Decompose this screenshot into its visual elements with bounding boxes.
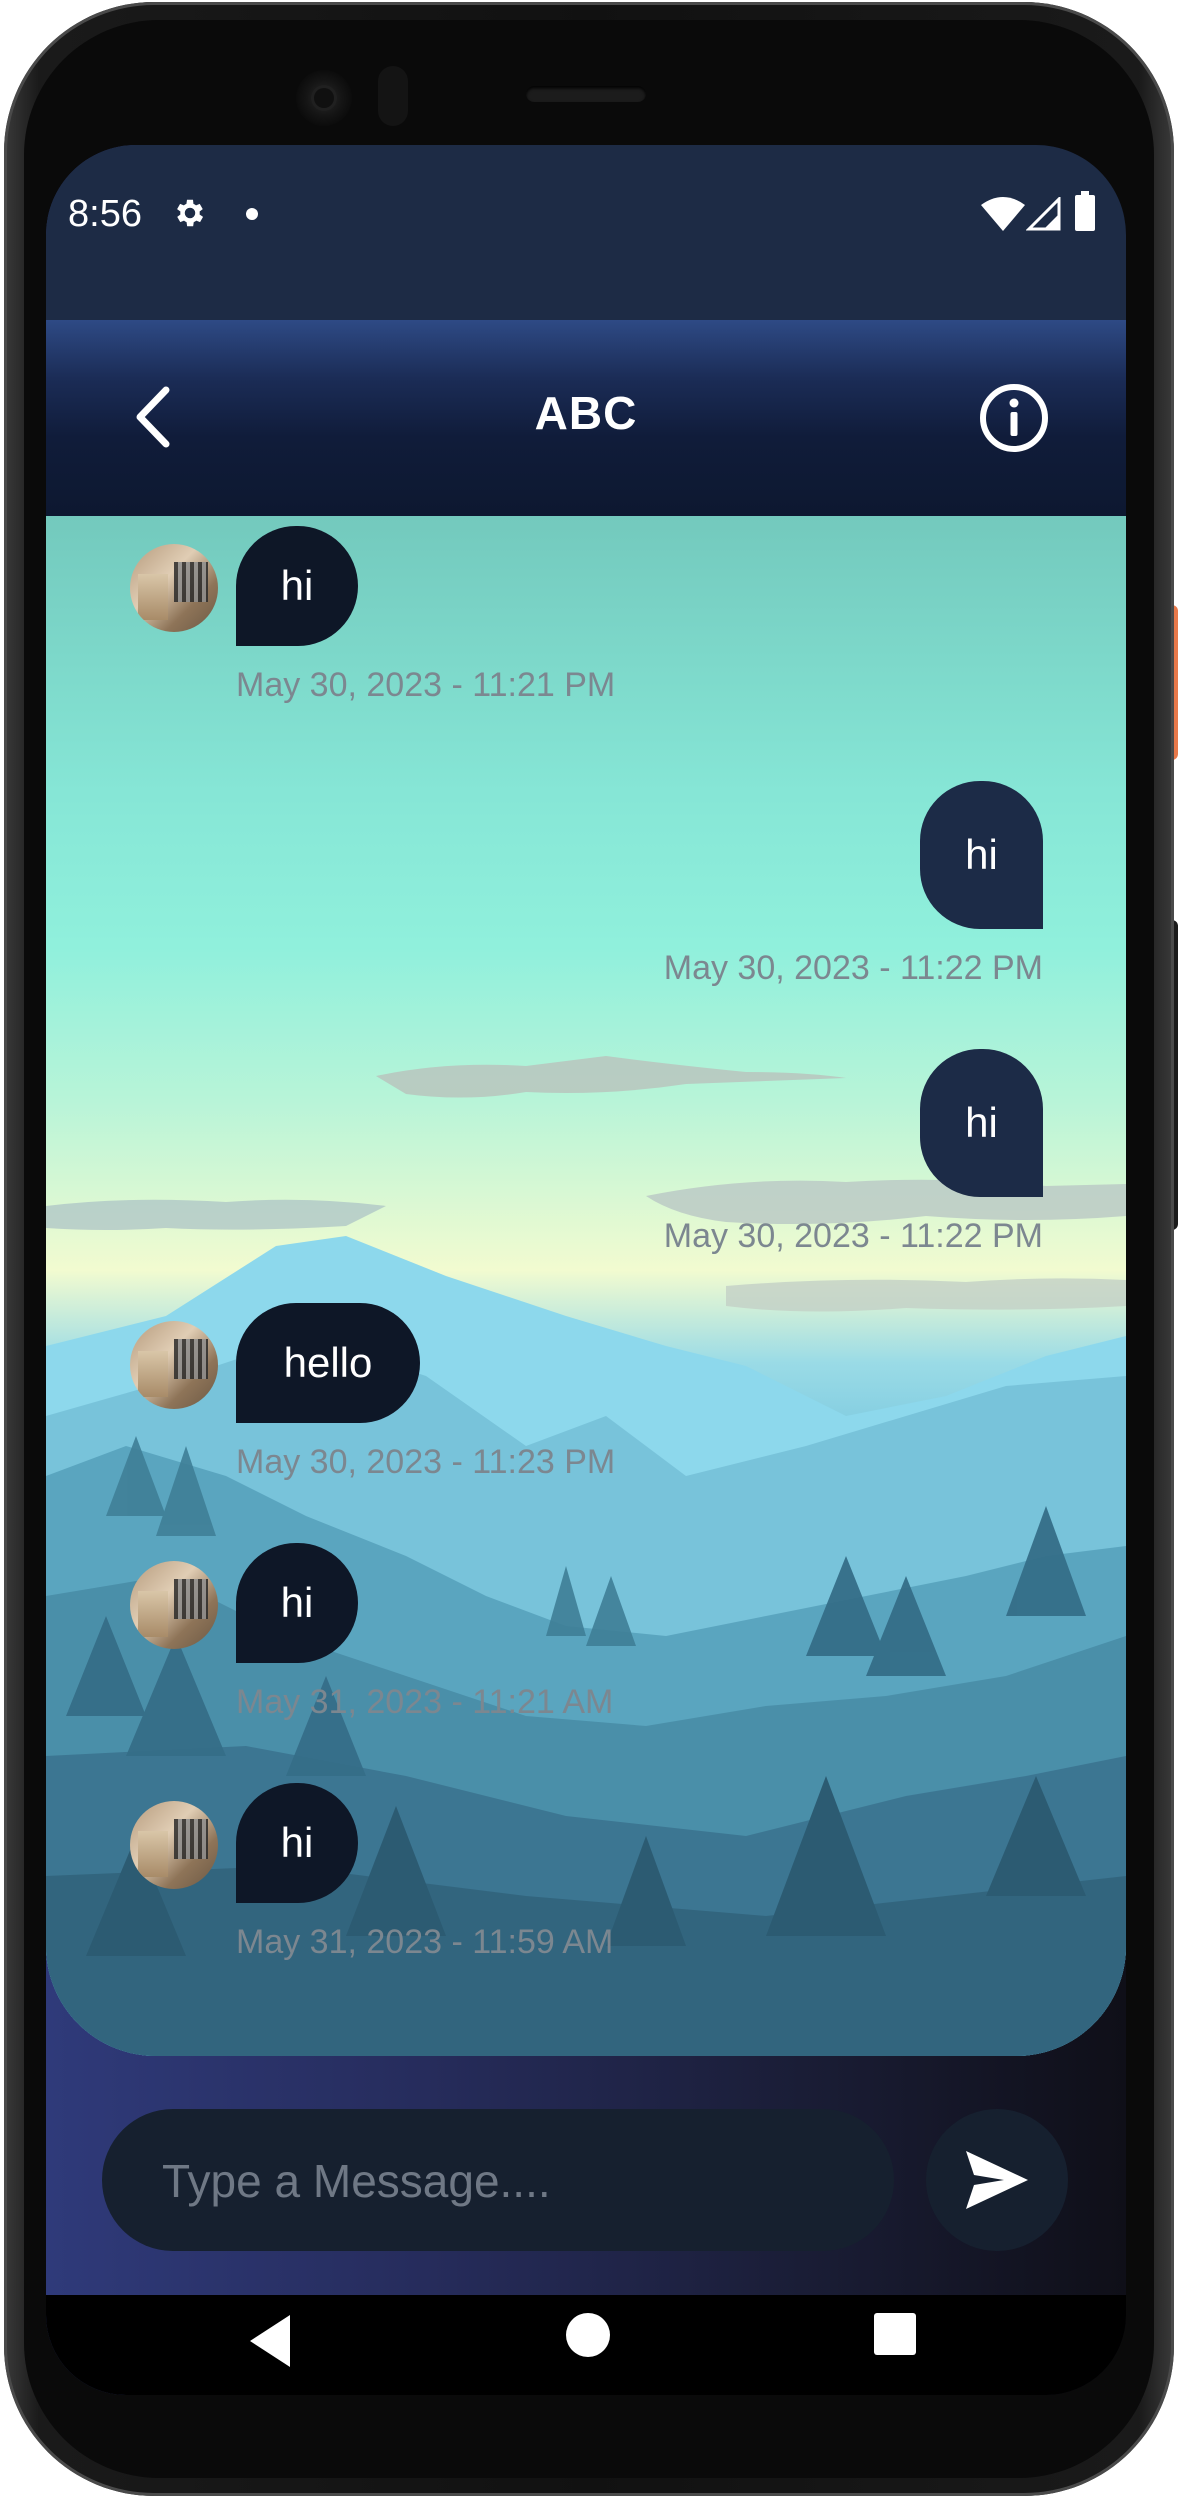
message-bubble-incoming[interactable]: hi — [236, 1783, 358, 1903]
front-camera — [296, 70, 352, 126]
avatar[interactable] — [130, 544, 218, 632]
notification-dot-icon — [246, 208, 258, 220]
screen: 8:56 ABC hi May 30, 2023 - 11:21 PM hi M… — [46, 145, 1126, 2395]
nav-home-icon[interactable] — [566, 2313, 610, 2357]
message-timestamp: May 30, 2023 - 11:22 PM — [663, 1217, 1043, 1255]
chat-messages-area[interactable]: hi May 30, 2023 - 11:21 PM hi May 30, 20… — [46, 516, 1126, 2056]
chat-title: ABC — [534, 387, 638, 439]
message-row: hi May 31, 2023 - 11:59 AM — [46, 1783, 1126, 1961]
send-button[interactable] — [926, 2109, 1068, 2251]
send-icon — [966, 2151, 1028, 2209]
info-button[interactable] — [978, 382, 1050, 454]
status-bar: 8:56 — [46, 145, 1126, 320]
message-timestamp: May 30, 2023 - 11:22 PM — [663, 949, 1043, 987]
earpiece-speaker — [526, 86, 646, 102]
battery-icon — [1075, 191, 1095, 231]
message-row: hi May 30, 2023 - 11:22 PM — [46, 781, 1126, 987]
message-bubble-incoming[interactable]: hi — [236, 526, 358, 646]
message-composer — [102, 2109, 894, 2253]
signal-icon — [1026, 197, 1061, 231]
message-timestamp: May 31, 2023 - 11:21 AM — [236, 1683, 614, 1721]
proximity-sensor — [378, 66, 408, 126]
message-bubble-incoming[interactable]: hello — [236, 1303, 420, 1423]
message-row: hi May 31, 2023 - 11:21 AM — [46, 1543, 1126, 1721]
message-timestamp: May 31, 2023 - 11:59 AM — [236, 1923, 614, 1961]
message-row: hi May 30, 2023 - 11:22 PM — [46, 1049, 1126, 1255]
avatar[interactable] — [130, 1801, 218, 1889]
message-bubble-outgoing[interactable]: hi — [920, 1049, 1043, 1197]
nav-recents-icon[interactable] — [874, 2313, 916, 2355]
message-input[interactable] — [160, 2109, 864, 2253]
nav-back-icon[interactable] — [246, 2309, 302, 2373]
app-bar: ABC — [46, 320, 1126, 516]
message-bubble-incoming[interactable]: hi — [236, 1543, 358, 1663]
phone-device: 8:56 ABC hi May 30, 2023 - 11:21 PM hi M… — [0, 0, 1178, 2498]
gear-icon — [177, 199, 204, 227]
status-time: 8:56 — [68, 193, 142, 235]
message-timestamp: May 30, 2023 - 11:21 PM — [236, 666, 616, 704]
system-nav-bar — [46, 2295, 1126, 2395]
message-row: hi May 30, 2023 - 11:21 PM — [46, 526, 1126, 704]
avatar[interactable] — [130, 1321, 218, 1409]
avatar[interactable] — [130, 1561, 218, 1649]
message-row: hello May 30, 2023 - 11:23 PM — [46, 1303, 1126, 1481]
wifi-icon — [981, 197, 1025, 231]
message-bubble-outgoing[interactable]: hi — [920, 781, 1043, 929]
message-timestamp: May 30, 2023 - 11:23 PM — [236, 1443, 616, 1481]
